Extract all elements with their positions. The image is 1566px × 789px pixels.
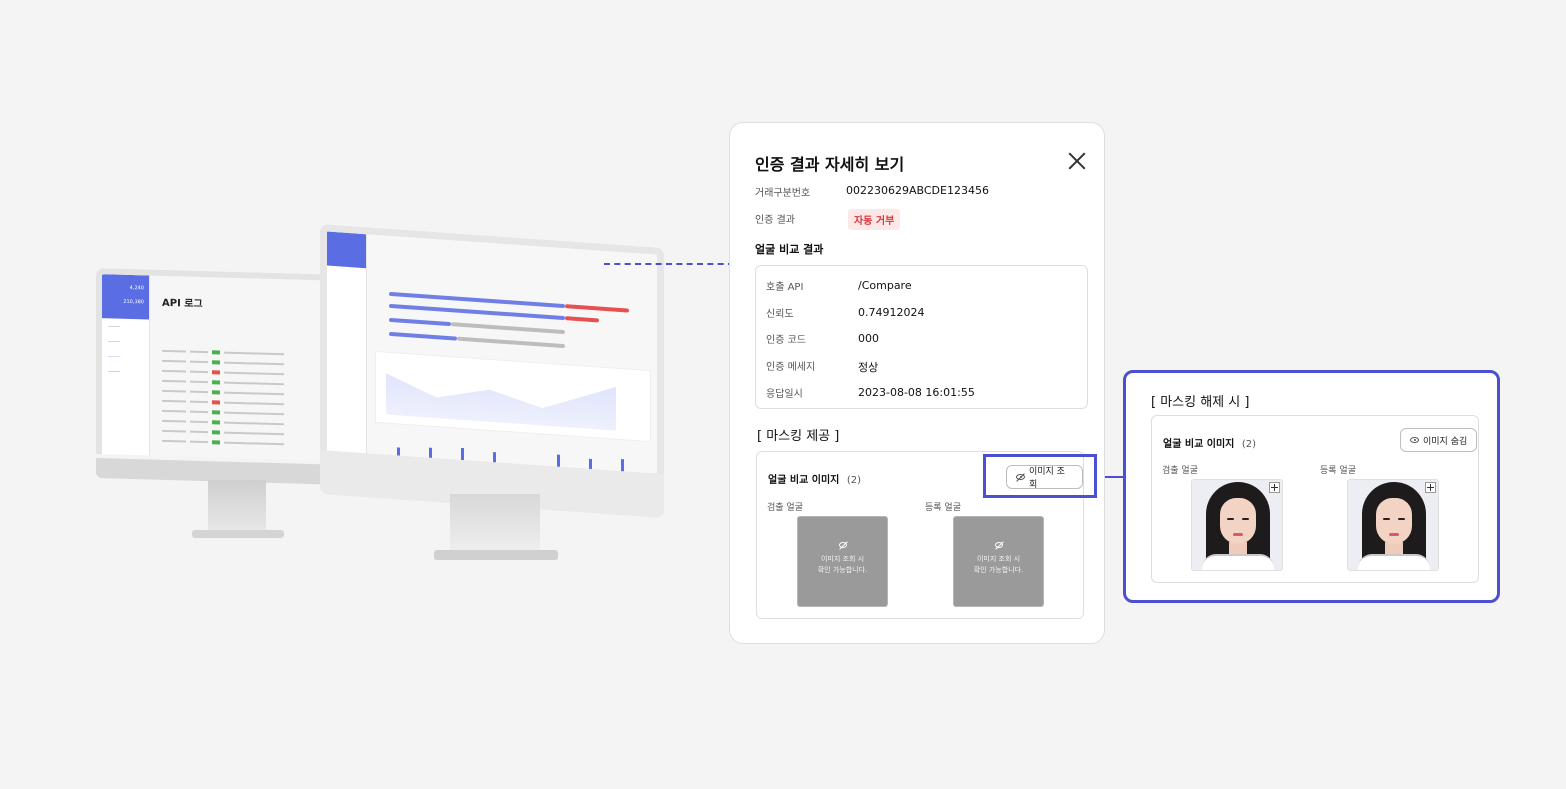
hide-images-label: 이미지 숨김 xyxy=(1423,436,1468,447)
masking-section-title: [ 마스킹 제공 ] xyxy=(757,429,840,444)
table-row xyxy=(162,378,332,389)
api-label: 호출 API xyxy=(766,282,804,293)
table-row xyxy=(162,438,332,449)
back-sidebar-card: 4,240 210,380 xyxy=(102,274,149,320)
table-row xyxy=(162,398,332,409)
transaction-id-value: 002230629ABCDE123456 xyxy=(846,184,989,197)
masked-hint-line2: 확인 가능합니다. xyxy=(817,566,868,574)
front-sidebar xyxy=(327,231,367,456)
face-images-label: 얼굴 비교 이미지 (2) xyxy=(768,471,861,486)
front-sidebar-card xyxy=(327,231,366,269)
face-images-count: (2) xyxy=(1241,439,1257,450)
table-row xyxy=(162,418,332,429)
eye-off-icon xyxy=(994,542,1003,548)
dashed-connector xyxy=(604,263,734,265)
back-monitor: 4,240 210,380 ——— ——— ——— ——— API 로그 xyxy=(96,268,346,538)
photo-shirt xyxy=(1358,554,1430,570)
masked-detected-face: 이미지 조회 시 확인 가능합니다. xyxy=(797,516,888,607)
progress-bar xyxy=(389,317,451,327)
unmasked-images-box: 얼굴 비교 이미지 (2) 이미지 숨김 검출 얼굴 등록 얼굴 xyxy=(1151,415,1479,583)
hide-images-button[interactable]: 이미지 숨김 xyxy=(1400,428,1478,452)
api-value: /Compare xyxy=(858,279,912,292)
back-nav-item[interactable]: ——— xyxy=(102,348,149,364)
back-nav-item[interactable]: ——— xyxy=(102,318,149,334)
table-row xyxy=(162,408,332,419)
panel-title: 인증 결과 자세히 보기 xyxy=(755,155,905,174)
masked-hint-line2: 확인 가능합니다. xyxy=(973,566,1024,574)
callout-title: [ 마스킹 해제 시 ] xyxy=(1151,395,1250,410)
progress-bar xyxy=(451,322,565,335)
progress-bar xyxy=(565,316,599,323)
back-card-amount: 210,380 xyxy=(123,298,144,306)
table-row xyxy=(162,358,332,369)
photo-eye xyxy=(1398,518,1405,520)
face-result-box: 호출 API /Compare 신뢰도 0.74912024 인증 코드 000… xyxy=(755,265,1088,409)
front-monitor-foot xyxy=(434,550,558,560)
back-nav-item[interactable]: ——— xyxy=(102,363,149,379)
photo-lips xyxy=(1233,533,1243,536)
auth-message-value: 정상 xyxy=(858,361,879,374)
masked-registered-face: 이미지 조회 시 확인 가능합니다. xyxy=(953,516,1044,607)
photo-eye xyxy=(1227,518,1234,520)
back-card-count: 4,240 xyxy=(129,284,144,292)
registered-face-photo xyxy=(1347,479,1439,571)
photo-face xyxy=(1220,498,1256,544)
registered-face-label: 등록 얼굴 xyxy=(925,503,961,513)
eye-off-icon xyxy=(838,542,847,548)
photo-eye xyxy=(1242,518,1249,520)
progress-bar xyxy=(389,331,457,341)
detected-face-label: 검출 얼굴 xyxy=(1162,466,1198,476)
detected-face-label: 검출 얼굴 xyxy=(767,503,803,513)
confidence-label: 신뢰도 xyxy=(766,309,794,320)
back-nav-item[interactable]: ——— xyxy=(102,333,149,349)
area-chart-fill xyxy=(386,369,616,431)
view-button-highlight xyxy=(983,454,1097,498)
masked-hint-line1: 이미지 조회 시 xyxy=(976,555,1021,563)
back-monitor-screen: 4,240 210,380 ——— ——— ——— ——— API 로그 xyxy=(96,268,346,461)
back-monitor-foot xyxy=(192,530,284,538)
face-images-label-text: 얼굴 비교 이미지 xyxy=(768,475,840,486)
photo-lips xyxy=(1389,533,1399,536)
close-icon[interactable] xyxy=(1067,151,1087,171)
auth-result-detail-panel: 인증 결과 자세히 보기 거래구분번호 002230629ABCDE123456… xyxy=(729,122,1105,644)
auth-message-label: 인증 메세지 xyxy=(766,362,816,373)
back-sidebar: 4,240 210,380 ——— ——— ——— ——— xyxy=(102,274,150,456)
confidence-value: 0.74912024 xyxy=(858,306,925,319)
zoom-plus-icon[interactable] xyxy=(1269,482,1280,493)
face-images-label-text: 얼굴 비교 이미지 xyxy=(1163,439,1235,450)
face-result-title: 얼굴 비교 결과 xyxy=(755,243,824,256)
response-time-label: 응답일시 xyxy=(766,389,803,400)
photo-face xyxy=(1376,498,1412,544)
eye-icon xyxy=(1410,437,1419,443)
front-monitor-screen xyxy=(320,224,664,477)
table-row xyxy=(162,388,332,399)
masked-hint-line1: 이미지 조회 시 xyxy=(820,555,865,563)
registered-face-label: 등록 얼굴 xyxy=(1320,466,1356,476)
auth-code-value: 000 xyxy=(858,332,879,345)
unmasked-callout: [ 마스킹 해제 시 ] 얼굴 비교 이미지 (2) 이미지 숨김 검출 얼굴 … xyxy=(1123,370,1500,603)
area-chart xyxy=(375,350,651,443)
photo-shirt xyxy=(1202,554,1274,570)
face-images-label: 얼굴 비교 이미지 (2) xyxy=(1163,435,1256,450)
response-time-value: 2023-08-08 16:01:55 xyxy=(858,386,975,399)
back-screen-title: API 로그 xyxy=(162,297,203,310)
table-row xyxy=(162,428,332,439)
table-row xyxy=(162,368,332,379)
progress-bar xyxy=(457,336,565,349)
detected-face-photo xyxy=(1191,479,1283,571)
table-row xyxy=(162,348,332,359)
zoom-plus-icon[interactable] xyxy=(1425,482,1436,493)
back-monitor-stand xyxy=(208,480,266,534)
auth-code-label: 인증 코드 xyxy=(766,335,806,346)
photo-eye xyxy=(1383,518,1390,520)
front-monitor-stand xyxy=(450,494,540,556)
face-images-count: (2) xyxy=(846,475,862,486)
progress-bar xyxy=(565,304,629,313)
transaction-id-label: 거래구분번호 xyxy=(755,188,811,199)
auth-result-label: 인증 결과 xyxy=(755,215,795,226)
status-badge: 자동 거부 xyxy=(848,209,901,230)
front-monitor xyxy=(320,224,664,560)
